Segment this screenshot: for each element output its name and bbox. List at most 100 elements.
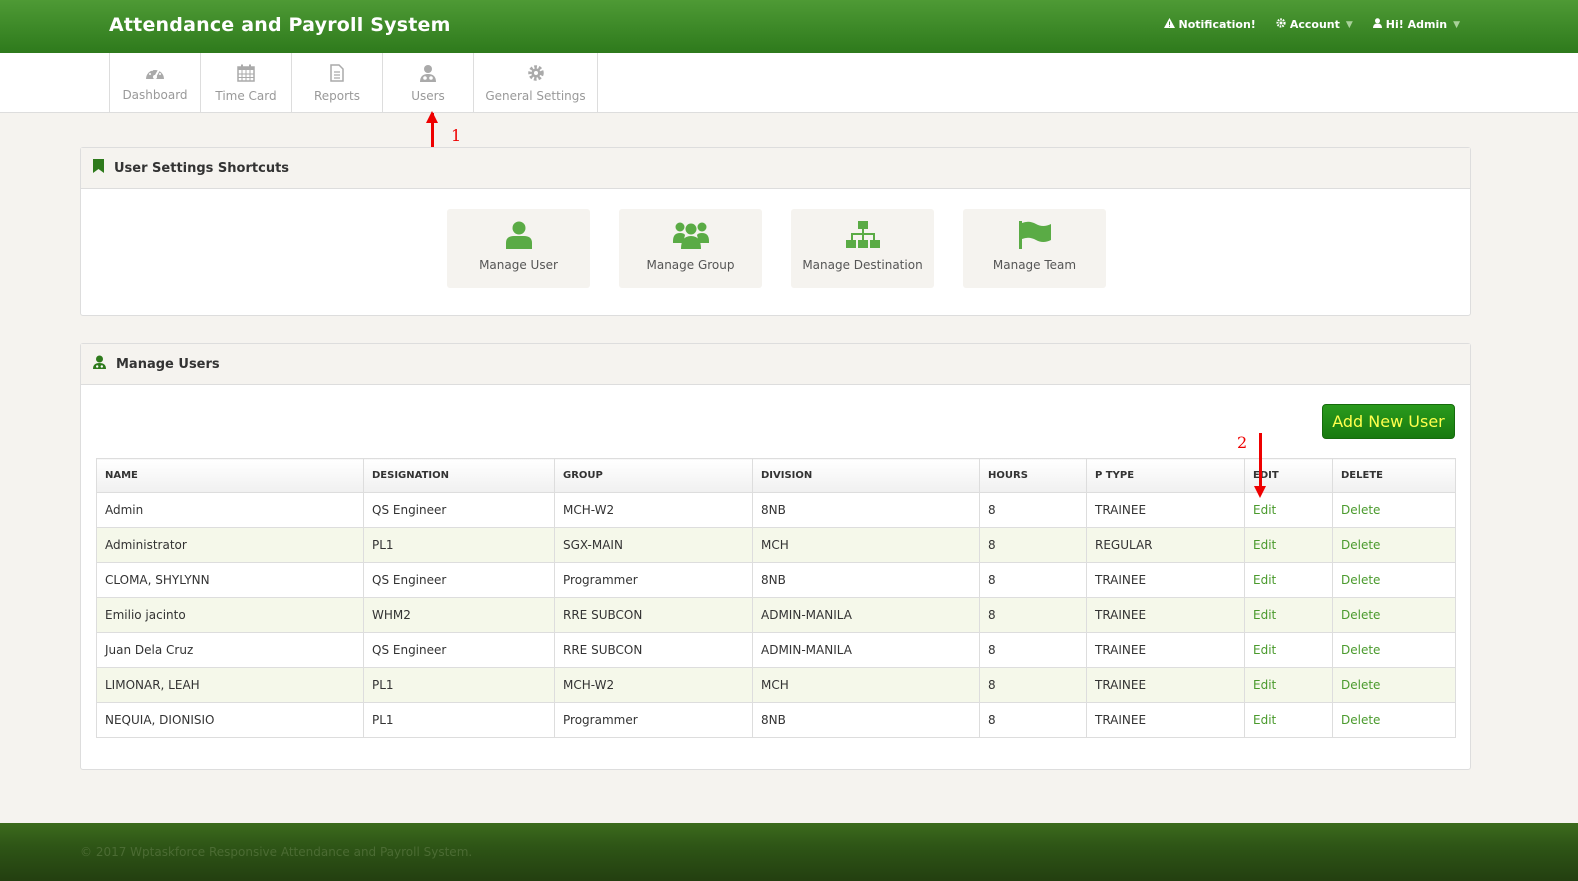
cell-designation: PL1 [363, 702, 555, 738]
edit-link[interactable]: Edit [1253, 503, 1276, 517]
table-row: Administrator PL1 SGX-MAIN MCH 8 REGULAR… [96, 527, 1456, 563]
cell-name: Admin [96, 492, 364, 528]
cell-hours: 8 [979, 527, 1087, 563]
shortcut-label: Manage Destination [802, 258, 923, 272]
delete-link[interactable]: Delete [1341, 573, 1380, 587]
top-bar: Attendance and Payroll System Notificati… [0, 0, 1578, 53]
main-nav: Dashboard Time Card Reports Users Genera… [0, 53, 1578, 113]
delete-link[interactable]: Delete [1341, 643, 1380, 657]
shortcut-label: Manage Group [646, 258, 735, 272]
column-header-name[interactable]: NAME [96, 458, 364, 493]
manage-users-panel: Manage Users Add New User NAME DESIGNATI… [80, 343, 1471, 770]
edit-link[interactable]: Edit [1253, 608, 1276, 622]
annotation-arrow-1 [426, 111, 438, 150]
tab-time-card[interactable]: Time Card [201, 53, 292, 113]
warning-icon [1163, 18, 1175, 31]
gear-icon [527, 64, 545, 89]
edit-link[interactable]: Edit [1253, 538, 1276, 552]
table-row: Emilio jacinto WHM2 RRE SUBCON ADMIN-MAN… [96, 597, 1456, 633]
caret-down-icon: ▼ [1453, 19, 1460, 30]
edit-link[interactable]: Edit [1253, 643, 1276, 657]
caret-down-icon: ▼ [1345, 19, 1353, 30]
flag-icon [1018, 221, 1051, 258]
tab-label: Dashboard [122, 87, 188, 102]
tab-users[interactable]: Users [383, 53, 474, 113]
cell-edit: Edit [1244, 632, 1333, 668]
cell-ptype: TRAINEE [1086, 597, 1245, 633]
cell-edit: Edit [1244, 562, 1333, 598]
cell-division: ADMIN-MANILA [752, 632, 980, 668]
user-icon [93, 355, 106, 373]
delete-link[interactable]: Delete [1341, 713, 1380, 727]
cell-delete: Delete [1332, 527, 1456, 563]
panel-header: User Settings Shortcuts [81, 148, 1470, 189]
cell-name: NEQUIA, DIONISIO [96, 702, 364, 738]
top-nav: Notification! Account ▼ Hi! Admin ▼ [1163, 18, 1460, 31]
cell-edit: Edit [1244, 667, 1333, 703]
edit-link[interactable]: Edit [1253, 573, 1276, 587]
cell-group: Programmer [554, 702, 753, 738]
cell-group: Programmer [554, 562, 753, 598]
cell-group: RRE SUBCON [554, 632, 753, 668]
cell-delete: Delete [1332, 597, 1456, 633]
cell-division: ADMIN-MANILA [752, 597, 980, 633]
column-header-group[interactable]: GROUP [554, 458, 753, 493]
delete-link[interactable]: Delete [1341, 503, 1380, 517]
cell-hours: 8 [979, 667, 1087, 703]
edit-link[interactable]: Edit [1253, 678, 1276, 692]
cell-name: Administrator [96, 527, 364, 563]
manage-user-shortcut[interactable]: Manage User [447, 209, 590, 288]
users-table-body: Admin QS Engineer MCH-W2 8NB 8 TRAINEE E… [96, 492, 1456, 738]
cell-division: 8NB [752, 702, 980, 738]
annotation-arrow-2 [1254, 433, 1266, 498]
table-row: Admin QS Engineer MCH-W2 8NB 8 TRAINEE E… [96, 492, 1456, 528]
tab-label: Reports [313, 88, 361, 103]
document-icon [330, 63, 344, 89]
cell-hours: 8 [979, 492, 1087, 528]
delete-link[interactable]: Delete [1341, 538, 1380, 552]
sitemap-icon [845, 221, 880, 258]
tab-label: Time Card [215, 88, 277, 103]
cell-name: CLOMA, SHYLYNN [96, 562, 364, 598]
user-menu[interactable]: Hi! Admin ▼ [1372, 18, 1460, 31]
tab-dashboard[interactable]: Dashboard [110, 53, 201, 113]
panel-header: Manage Users [81, 344, 1470, 385]
user-icon [505, 221, 532, 258]
cell-edit: Edit [1244, 527, 1333, 563]
cell-ptype: TRAINEE [1086, 667, 1245, 703]
cell-delete: Delete [1332, 632, 1456, 668]
column-header-designation[interactable]: DESIGNATION [363, 458, 555, 493]
manage-group-shortcut[interactable]: Manage Group [619, 209, 762, 288]
cell-division: MCH [752, 667, 980, 703]
add-new-user-button[interactable]: Add New User [1322, 404, 1455, 439]
shortcut-list: Manage User Manage Group Manage Destinat… [447, 209, 1106, 288]
column-header-ptype[interactable]: P TYPE [1086, 458, 1245, 493]
account-menu[interactable]: Account ▼ [1276, 18, 1353, 31]
edit-link[interactable]: Edit [1253, 713, 1276, 727]
table-row: NEQUIA, DIONISIO PL1 Programmer 8NB 8 TR… [96, 702, 1456, 738]
tab-reports[interactable]: Reports [292, 53, 383, 113]
column-header-hours[interactable]: HOURS [979, 458, 1087, 493]
notification-link[interactable]: Notification! [1163, 18, 1256, 31]
cell-hours: 8 [979, 562, 1087, 598]
cell-designation: QS Engineer [363, 632, 555, 668]
column-header-division[interactable]: DIVISION [752, 458, 980, 493]
cell-edit: Edit [1244, 702, 1333, 738]
tab-label: Users [411, 88, 445, 103]
manage-destination-shortcut[interactable]: Manage Destination [791, 209, 934, 288]
group-icon [672, 221, 709, 258]
gear-icon [1276, 18, 1286, 31]
annotation-number-2: 2 [1237, 433, 1248, 452]
cell-ptype: TRAINEE [1086, 562, 1245, 598]
cell-designation: PL1 [363, 527, 555, 563]
cell-delete: Delete [1332, 562, 1456, 598]
delete-link[interactable]: Delete [1341, 678, 1380, 692]
shortcut-label: Manage Team [992, 258, 1077, 272]
manage-team-shortcut[interactable]: Manage Team [963, 209, 1106, 288]
delete-link[interactable]: Delete [1341, 608, 1380, 622]
user-settings-shortcuts-panel: User Settings Shortcuts Manage User Mana… [80, 147, 1471, 316]
cell-group: SGX-MAIN [554, 527, 753, 563]
cell-ptype: REGULAR [1086, 527, 1245, 563]
tab-general-settings[interactable]: General Settings [474, 53, 598, 113]
cell-ptype: TRAINEE [1086, 702, 1245, 738]
